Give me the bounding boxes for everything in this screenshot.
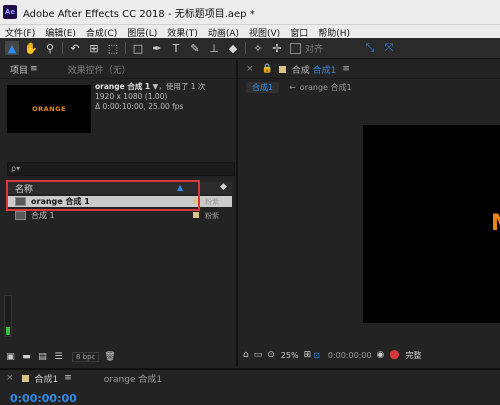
- label-color-swatch: [278, 65, 286, 73]
- zoom-select[interactable]: 25%: [281, 351, 299, 360]
- label-color-swatch: [21, 374, 29, 382]
- meter-level: [6, 327, 10, 335]
- snap-edges-icon[interactable]: ⤧: [382, 41, 396, 55]
- monitor-icon[interactable]: ▭: [254, 350, 263, 360]
- info-name: orange 合成 1: [95, 82, 151, 91]
- close-icon[interactable]: ×: [246, 64, 254, 74]
- composition-thumbnail: ORANGE: [7, 85, 91, 133]
- breadcrumb-active[interactable]: 合成1: [246, 81, 280, 93]
- info-dims: 1920 x 1080 (1.00): [95, 92, 168, 101]
- bit-depth-button[interactable]: 8 bpc: [72, 352, 100, 362]
- current-time[interactable]: 0:00:00:00: [328, 351, 372, 360]
- mask-icon[interactable]: ⊙: [267, 350, 275, 360]
- puppet-pin-tool-icon[interactable]: ✢: [270, 41, 284, 55]
- trash-icon[interactable]: 🗑: [104, 352, 115, 362]
- eraser-tool-icon[interactable]: ◆: [226, 41, 240, 55]
- tools-bar: ▲ ✋ ⚲ ↶ ⊞ ⬚ □ ✒ T ✎ ⊥ ◆ ✧ ✢ 对齐 ⤡ ⤧: [0, 38, 500, 59]
- label-tag-icon[interactable]: ◆: [220, 182, 227, 192]
- toolbar-divider: [125, 42, 126, 54]
- menu-file[interactable]: 文件(F): [0, 26, 40, 39]
- region-icon[interactable]: ⊡: [313, 351, 320, 360]
- selection-tool-icon[interactable]: ▲: [5, 41, 19, 55]
- menu-window[interactable]: 窗口: [285, 26, 313, 39]
- tab-timeline-orange[interactable]: orange 合成1: [104, 372, 162, 385]
- composition-viewer[interactable]: M: [363, 125, 500, 323]
- rotate-tool-icon[interactable]: ↶: [68, 41, 82, 55]
- brush-tool-icon[interactable]: ✎: [188, 41, 202, 55]
- menu-view[interactable]: 视图(V): [244, 26, 285, 39]
- item-info: orange 合成 1 ▼，使用了 1 次 1920 x 1080 (1.00)…: [95, 82, 205, 112]
- window-title: Adobe After Effects CC 2018 - 无标题项目.aep …: [23, 8, 255, 20]
- viewer-text: M: [491, 211, 500, 236]
- breadcrumb-arrow-icon: ←: [289, 82, 296, 92]
- pan-behind-tool-icon[interactable]: ⬚: [106, 41, 120, 55]
- always-preview-icon[interactable]: ⌂: [243, 350, 249, 360]
- item-name: 合成 1: [31, 211, 55, 220]
- snap-option-icon[interactable]: ⤡: [363, 41, 377, 55]
- grid-icon[interactable]: ⊞: [304, 350, 312, 360]
- type-tool-icon[interactable]: T: [169, 41, 183, 55]
- highlight-box: [6, 180, 200, 211]
- panel-menu-icon[interactable]: ≡: [342, 64, 350, 74]
- info-used: ▼，使用了 1 次: [152, 82, 206, 91]
- breadcrumb: 合成1 ← orange 合成1: [238, 79, 500, 95]
- hand-tool-icon[interactable]: ✋: [24, 41, 38, 55]
- timeline-panel: × 合成1 ≡ orange 合成1 0:00:00:00: [0, 368, 500, 405]
- tab-effect-controls[interactable]: 效果控件（无）: [58, 63, 141, 76]
- composition-icon: [15, 211, 26, 220]
- menu-edit[interactable]: 编辑(E): [40, 26, 81, 39]
- menu-animation[interactable]: 动画(A): [203, 26, 244, 39]
- project-menu-icon[interactable]: ≡: [30, 64, 38, 74]
- menu-bar: 文件(F) 编辑(E) 合成(C) 图层(L) 效果(T) 动画(A) 视图(V…: [0, 24, 500, 39]
- resolution-select[interactable]: 完整: [405, 350, 421, 361]
- toolbar-divider: [245, 42, 246, 54]
- composition-panel: × 🔒 合成 合成1 ≡ 合成1 ← orange 合成1 M ⌂ ▭ ⊙ 25…: [238, 60, 500, 366]
- snapshot-icon[interactable]: ◉: [377, 350, 385, 360]
- app-logo-icon: Ae: [3, 5, 17, 19]
- label-color-swatch[interactable]: [193, 212, 199, 218]
- timeline-tabs: × 合成1 ≡ orange 合成1: [0, 370, 500, 386]
- project-settings-icon[interactable]: ☰: [53, 352, 64, 362]
- project-panel-tabs: 项目 ≡ 效果控件（无）: [0, 60, 236, 79]
- interpret-footage-icon[interactable]: ▣: [5, 352, 16, 362]
- item-label: 粉紫: [205, 211, 219, 220]
- snap-label: 对齐: [305, 44, 324, 55]
- menu-composition[interactable]: 合成(C): [81, 26, 122, 39]
- camera-tool-icon[interactable]: ⊞: [87, 41, 101, 55]
- zoom-tool-icon[interactable]: ⚲: [43, 41, 57, 55]
- new-folder-icon[interactable]: ▬: [21, 352, 32, 362]
- comp-tab-name: 合成1: [312, 65, 337, 76]
- composition-tabs: × 🔒 合成 合成1 ≡: [238, 60, 500, 79]
- title-bar: Ae Adobe After Effects CC 2018 - 无标题项目.a…: [0, 0, 500, 24]
- roto-brush-tool-icon[interactable]: ✧: [251, 41, 265, 55]
- menu-help[interactable]: 帮助(H): [313, 26, 355, 39]
- toolbar-divider: [62, 42, 63, 54]
- pen-tool-icon[interactable]: ✒: [150, 41, 164, 55]
- rectangle-tool-icon[interactable]: □: [131, 41, 145, 55]
- color-channel-icon[interactable]: ⬤: [389, 350, 399, 360]
- menu-effect[interactable]: 效果(T): [162, 26, 203, 39]
- list-item[interactable]: 合成 1 粉紫: [7, 210, 232, 221]
- project-panel: 项目 ≡ 效果控件（无） ORANGE orange 合成 1 ▼，使用了 1 …: [0, 60, 238, 366]
- thumbnail-text: ORANGE: [32, 105, 66, 113]
- close-icon[interactable]: ×: [6, 373, 14, 383]
- audio-meter: [4, 295, 12, 337]
- panel-menu-icon[interactable]: ≡: [64, 373, 72, 383]
- viewer-footer: ⌂ ▭ ⊙ 25% ⊞ ⊡ 0:00:00:00 ◉ ⬤ 完整: [238, 346, 500, 364]
- project-footer: ▣ ▬ ▤ ☰ 8 bpc 🗑: [0, 350, 236, 364]
- project-search-input[interactable]: ρ▾: [7, 162, 235, 176]
- breadcrumb-item[interactable]: orange 合成1: [300, 82, 352, 93]
- item-label: 粉紫: [205, 197, 219, 206]
- lock-icon[interactable]: 🔒: [262, 64, 273, 74]
- new-composition-icon[interactable]: ▤: [37, 352, 48, 362]
- comp-tab-prefix: 合成: [291, 65, 310, 76]
- tab-timeline[interactable]: 合成1: [35, 372, 59, 385]
- snap-checkbox[interactable]: [290, 42, 301, 54]
- menu-layer[interactable]: 图层(L): [122, 26, 162, 39]
- tab-composition[interactable]: 合成 合成1: [292, 63, 337, 76]
- info-duration: Δ 0:00:10:00, 25.00 fps: [95, 102, 184, 111]
- timeline-timecode[interactable]: 0:00:00:00: [10, 392, 77, 405]
- clone-stamp-tool-icon[interactable]: ⊥: [207, 41, 221, 55]
- flowchart-icon[interactable]: ⚇: [225, 196, 232, 205]
